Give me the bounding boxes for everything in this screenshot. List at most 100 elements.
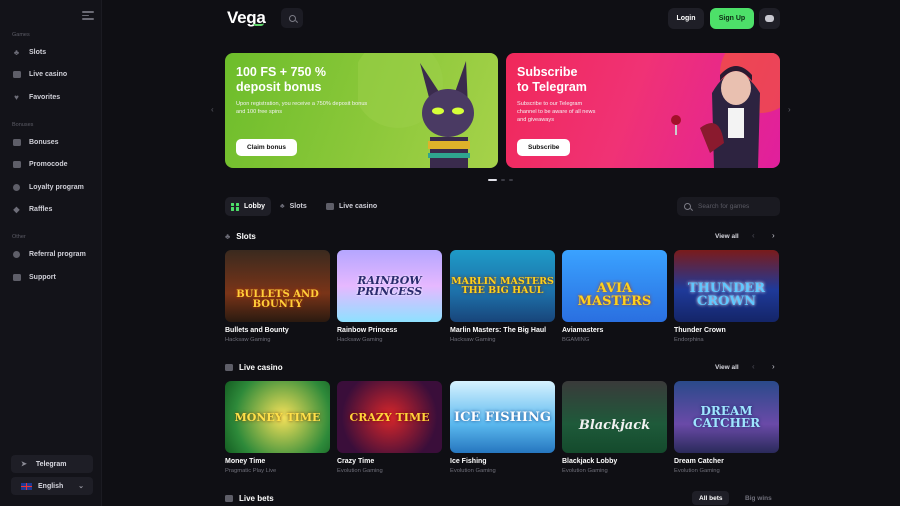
banner-text: Subscribe to our Telegram channel to be …: [517, 101, 596, 123]
game-thumbnail[interactable]: ICE FISHING: [450, 381, 555, 453]
bets-icon: [225, 494, 233, 502]
pagination-dot[interactable]: [509, 179, 513, 181]
game-name: Blackjack Lobby: [562, 458, 618, 465]
live-casino-section-title: Live casino: [225, 360, 283, 374]
game-card[interactable]: BULLETS AND BOUNTY Bullets and Bounty Ha…: [225, 250, 330, 343]
chat-button[interactable]: [759, 8, 780, 29]
header-search-button[interactable]: [281, 8, 303, 28]
telegram-icon: ➤: [21, 461, 27, 468]
banner-title: 100 FS + 750 % deposit bonus: [236, 65, 326, 94]
game-name: Aviamasters: [562, 327, 604, 334]
games-search-field[interactable]: [677, 197, 780, 216]
promo-banner-telegram[interactable]: Subscribe to Telegram Subscribe to our Te…: [506, 53, 780, 168]
tab-lobby[interactable]: Lobby: [225, 197, 271, 216]
game-thumbnail[interactable]: CRAZY TIME: [337, 381, 442, 453]
game-thumbnail[interactable]: AVIA MASTERS: [562, 250, 667, 322]
game-card[interactable]: CRAZY TIME Crazy Time Evolution Gaming: [337, 381, 442, 474]
game-name: Thunder Crown: [674, 327, 726, 334]
game-provider: Evolution Gaming: [562, 468, 608, 474]
collapse-sidebar-icon[interactable]: [82, 11, 94, 21]
live-casino-next-arrow[interactable]: ›: [772, 362, 775, 371]
sidebar-item-support[interactable]: Support: [12, 269, 96, 285]
slot-icon: ♣: [13, 47, 20, 57]
games-search-input[interactable]: [698, 203, 778, 210]
promo-banner-bonus[interactable]: 100 FS + 750 % deposit bonus Upon registr…: [225, 53, 498, 168]
game-name: Crazy Time: [337, 458, 375, 465]
game-card[interactable]: THUNDER CROWN Thunder Crown Endorphina: [674, 250, 779, 343]
game-provider: Hacksaw Gaming: [337, 337, 383, 343]
signup-button[interactable]: Sign Up: [710, 8, 754, 29]
search-icon: [684, 203, 691, 210]
game-name: Bullets and Bounty: [225, 327, 289, 334]
slot-icon: ♣: [280, 203, 285, 210]
pagination-dot[interactable]: [501, 179, 505, 181]
sidebar-item-slots[interactable]: ♣ Slots: [12, 44, 96, 60]
banner-title: Subscribe to Telegram: [517, 65, 587, 94]
game-card[interactable]: RAINBOW PRINCESS Rainbow Princess Hacksa…: [337, 250, 442, 343]
live-bets-section-title: Live bets: [225, 491, 274, 505]
slots-prev-arrow[interactable]: ‹: [752, 231, 755, 240]
banner-prev-arrow[interactable]: ‹: [211, 105, 214, 114]
sidebar-item-bonuses[interactable]: Bonuses: [12, 134, 96, 150]
people-icon: [12, 250, 21, 259]
cat-character-illustration: [358, 53, 474, 168]
game-card[interactable]: DREAM CATCHER Dream Catcher Evolution Ga…: [674, 381, 779, 474]
game-card[interactable]: ICE FISHING Ice Fishing Evolution Gaming: [450, 381, 555, 474]
chat-icon: [326, 203, 334, 210]
slots-next-arrow[interactable]: ›: [772, 231, 775, 240]
slots-view-all-link[interactable]: View all: [715, 233, 739, 240]
telegram-button[interactable]: ➤ Telegram: [11, 455, 93, 473]
gift-icon: [12, 138, 21, 147]
tag-icon: [12, 160, 21, 169]
sidebar-item-loyalty[interactable]: Loyalty program: [12, 179, 96, 195]
game-card[interactable]: Blackjack Blackjack Lobby Evolution Gami…: [562, 381, 667, 474]
sidebar-item-raffles[interactable]: ◆ Raffles: [12, 201, 96, 217]
uk-flag-icon: [21, 482, 32, 490]
game-thumbnail[interactable]: Blackjack: [562, 381, 667, 453]
tab-all-bets[interactable]: All bets: [692, 491, 730, 505]
game-provider: Hacksaw Gaming: [225, 337, 271, 343]
live-casino-prev-arrow[interactable]: ‹: [752, 362, 755, 371]
banner-text: Upon registration, you receive a 750% de…: [236, 101, 368, 115]
chat-icon: [12, 70, 21, 79]
game-thumbnail[interactable]: THUNDER CROWN: [674, 250, 779, 322]
live-casino-view-all-link[interactable]: View all: [715, 364, 739, 371]
game-provider: Endorphina: [674, 337, 704, 343]
game-provider: Pragmatic Play Live: [225, 468, 277, 474]
claim-bonus-button[interactable]: Claim bonus: [236, 139, 298, 156]
language-select[interactable]: English ⌄: [11, 477, 93, 495]
login-button[interactable]: Login: [668, 8, 704, 29]
ticket-icon: ◆: [13, 204, 20, 214]
game-name: Dream Catcher: [674, 458, 724, 465]
sidebar-item-promocode[interactable]: Promocode: [12, 156, 96, 172]
tab-slots[interactable]: ♣ Slots: [274, 197, 313, 216]
game-card[interactable]: MARLIN MASTERS THE BIG HAUL Marlin Maste…: [450, 250, 555, 343]
tab-live-casino[interactable]: Live casino: [320, 197, 383, 216]
game-name: Ice Fishing: [450, 458, 487, 465]
banner-next-arrow[interactable]: ›: [788, 105, 791, 114]
slots-section-title: ♣ Slots: [225, 231, 256, 241]
game-provider: Evolution Gaming: [337, 468, 383, 474]
sidebar-item-referral[interactable]: Referral program: [12, 246, 96, 262]
game-name: Marlin Masters: The Big Haul: [450, 327, 547, 334]
game-card[interactable]: AVIA MASTERS Aviamasters BGAMING: [562, 250, 667, 343]
chat-icon: [225, 363, 233, 371]
game-card[interactable]: MONEY TIME Money Time Pragmatic Play Liv…: [225, 381, 330, 474]
tab-big-wins[interactable]: Big wins: [738, 491, 779, 505]
pagination-dot[interactable]: [488, 179, 497, 181]
game-thumbnail[interactable]: BULLETS AND BOUNTY: [225, 250, 330, 322]
heart-icon: ♥: [14, 92, 19, 102]
sidebar: Games ♣ Slots Live casino ♥ Favorites Bonu…: [0, 0, 102, 506]
subscribe-button[interactable]: Subscribe: [517, 139, 571, 156]
sidebar-item-live-casino[interactable]: Live casino: [12, 66, 96, 82]
support-icon: [12, 273, 21, 282]
game-thumbnail[interactable]: DREAM CATCHER: [674, 381, 779, 453]
game-thumbnail[interactable]: RAINBOW PRINCESS: [337, 250, 442, 322]
game-name: Rainbow Princess: [337, 327, 398, 334]
game-thumbnail[interactable]: MONEY TIME: [225, 381, 330, 453]
search-icon: [288, 14, 296, 22]
vega-logo[interactable]: Vega: [227, 8, 266, 28]
sidebar-item-favorites[interactable]: ♥ Favorites: [12, 89, 96, 105]
chat-icon: [765, 15, 774, 22]
game-thumbnail[interactable]: MARLIN MASTERS THE BIG HAUL: [450, 250, 555, 322]
